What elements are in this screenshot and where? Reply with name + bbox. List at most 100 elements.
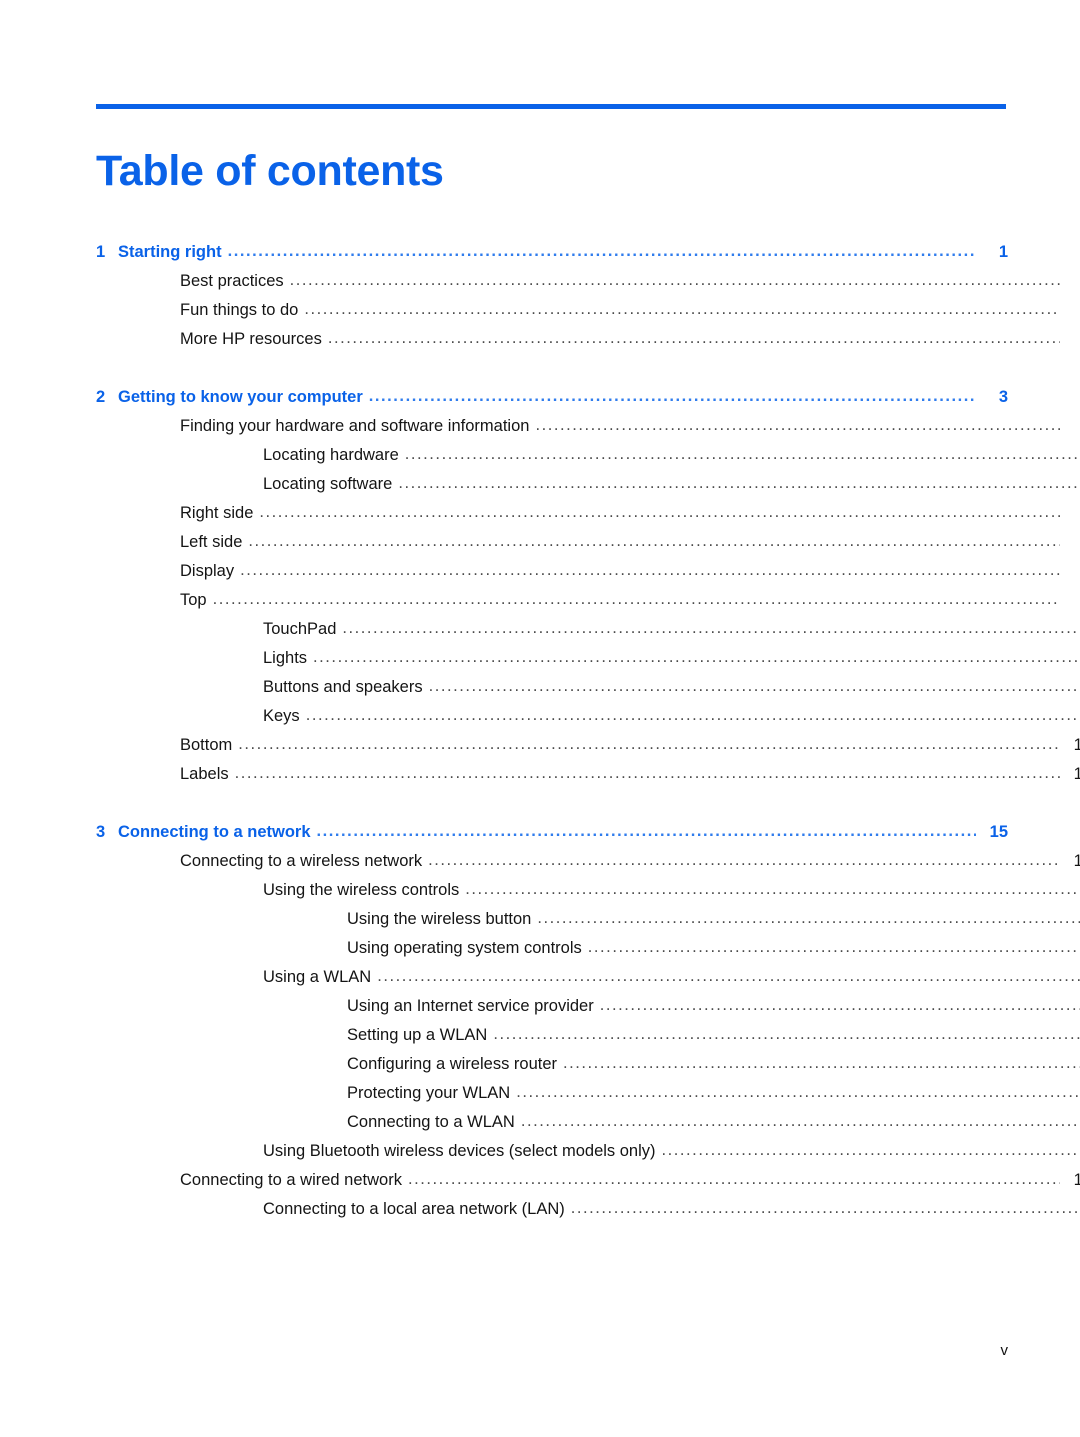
page-title: Table of contents (96, 146, 444, 195)
toc-entry-row[interactable]: Connecting to a wireless network........… (96, 847, 1080, 876)
toc-entry-row[interactable]: Setting up a WLAN.......................… (96, 1021, 1080, 1050)
toc-entry-row[interactable]: Best practices..........................… (96, 267, 1080, 296)
toc-chapter-number: 3 (96, 823, 106, 841)
toc-entry-label: Left side (180, 533, 243, 551)
document-page: Table of contents 1 Starting right.......… (0, 0, 1080, 1437)
toc-entry-row[interactable]: Left side...............................… (96, 528, 1080, 557)
toc-page-number: 18 (1073, 1171, 1080, 1189)
toc-entry-row[interactable]: Using the wireless button...............… (96, 905, 1080, 934)
toc-dot-leader: ........................................… (240, 561, 1060, 579)
title-divider-rule (96, 104, 1006, 109)
toc-entry-row[interactable]: Lights..................................… (96, 644, 1080, 673)
toc-entry-row[interactable]: Bottom..................................… (96, 731, 1080, 760)
toc-dot-leader: ........................................… (342, 619, 1080, 637)
toc-page-number: 5 (1060, 528, 1080, 557)
toc-entry-row[interactable]: Using an Internet service provider......… (96, 992, 1080, 1021)
toc-entry-row[interactable]: Using operating system controls.........… (96, 934, 1080, 963)
toc-dot-leader: ........................................… (259, 503, 1060, 521)
toc-page-number: 1 (1060, 267, 1080, 296)
toc-entry-row[interactable]: Using the wireless controls.............… (96, 876, 1080, 905)
toc-entry-label: Locating hardware (263, 446, 399, 464)
toc-dot-leader: ........................................… (316, 822, 976, 840)
toc-dot-leader: ........................................… (520, 1112, 1080, 1130)
toc-entry-row[interactable]: Keys....................................… (96, 702, 1080, 731)
toc-entry-label: Display (180, 562, 235, 580)
toc-page-number: 1 (1060, 296, 1080, 325)
toc-entry-row[interactable]: Locating software.......................… (96, 470, 1080, 499)
toc-entry-row[interactable]: More HP resources.......................… (96, 325, 1080, 354)
toc-entry-label: Using Bluetooth wireless devices (select… (263, 1142, 656, 1160)
toc-chapter-row[interactable]: 1 Starting right.........................… (96, 238, 1008, 267)
toc-page-number: 4 (1060, 499, 1080, 528)
toc-page-number: 1 (998, 243, 1008, 261)
toc-dot-leader: ........................................… (465, 880, 1080, 898)
toc-dot-leader: ........................................… (238, 735, 1060, 753)
toc-entry-label: TouchPad (263, 620, 337, 638)
toc-page-number: 6 (1060, 557, 1080, 586)
toc-entry-label: Configuring a wireless router (347, 1055, 558, 1073)
toc-entry-row[interactable]: Buttons and speakers....................… (96, 673, 1080, 702)
toc-page-number: 15 (1073, 852, 1080, 870)
toc-entry-label: Labels (180, 765, 229, 783)
toc-entry-row[interactable]: Using Bluetooth wireless devices (select… (96, 1137, 1080, 1166)
toc-entry-row[interactable]: Connecting to a WLAN....................… (96, 1108, 1080, 1137)
toc-entry-row[interactable]: Fun things to do........................… (96, 296, 1080, 325)
toc-page-number: 8 (1060, 586, 1080, 615)
toc-chapter-row[interactable]: 2 Getting to know your computer..........… (96, 383, 1008, 412)
toc-dot-leader: ........................................… (377, 967, 1080, 985)
toc-entry-label: Using operating system controls (347, 939, 582, 957)
toc-entry-label: Connecting to a wired network (180, 1171, 402, 1189)
toc-page-number: 14 (1073, 765, 1080, 783)
toc-dot-leader: ........................................… (248, 532, 1060, 550)
toc-dot-leader: ........................................… (327, 329, 1060, 347)
table-of-contents-list: 1 Starting right.........................… (96, 238, 1080, 1224)
toc-dot-leader: ........................................… (234, 764, 1060, 782)
toc-entry-row[interactable]: Using a WLAN............................… (96, 963, 1080, 992)
toc-dot-leader: ........................................… (516, 1083, 1080, 1101)
toc-entry-label: Right side (180, 504, 254, 522)
toc-dot-leader: ........................................… (398, 474, 1080, 492)
toc-dot-leader: ........................................… (535, 416, 1060, 434)
toc-entry-label: Connecting to a local area network (LAN) (263, 1200, 565, 1218)
toc-entry-label: Top (180, 591, 207, 609)
toc-entry-label: More HP resources (180, 330, 322, 348)
toc-entry-label: Using an Internet service provider (347, 997, 594, 1015)
toc-entry-row[interactable]: Configuring a wireless router...........… (96, 1050, 1080, 1079)
toc-entry-row[interactable]: Finding your hardware and software infor… (96, 412, 1080, 441)
toc-dot-leader: ........................................… (599, 996, 1080, 1014)
toc-dot-leader: ........................................… (493, 1025, 1080, 1043)
toc-entry-row[interactable]: Labels..................................… (96, 760, 1080, 789)
toc-entry-label: Connecting to a wireless network (180, 852, 423, 870)
toc-entry-label: Fun things to do (180, 301, 299, 319)
toc-entry-label: Using the wireless controls (263, 881, 460, 899)
toc-entry-label: Lights (263, 649, 308, 667)
toc-entry-label: Best practices (180, 272, 284, 290)
toc-entry-label: Locating software (263, 475, 393, 493)
toc-dot-leader: ........................................… (563, 1054, 1080, 1072)
toc-entry-row[interactable]: TouchPad................................… (96, 615, 1080, 644)
toc-dot-leader: ........................................… (313, 648, 1080, 666)
toc-entry-label: Connecting to a network (118, 823, 311, 841)
toc-entry-label: Connecting to a WLAN (347, 1113, 515, 1131)
toc-entry-row[interactable]: Right side..............................… (96, 499, 1080, 528)
toc-dot-leader: ........................................… (227, 242, 976, 260)
toc-entry-label: Starting right (118, 243, 222, 261)
toc-entry-row[interactable]: Connecting to a local area network (LAN)… (96, 1195, 1080, 1224)
toc-chapter-row[interactable]: 3 Connecting to a network................… (96, 818, 1008, 847)
toc-dot-leader: ........................................… (570, 1199, 1080, 1217)
toc-entry-label: Using the wireless button (347, 910, 532, 928)
toc-entry-row[interactable]: Display.................................… (96, 557, 1080, 586)
page-folio-number: v (1000, 1342, 1009, 1359)
toc-entry-label: Bottom (180, 736, 233, 754)
toc-page-number: 3 (998, 388, 1008, 406)
toc-dot-leader: ........................................… (407, 1170, 1060, 1188)
toc-entry-row[interactable]: Top.....................................… (96, 586, 1080, 615)
toc-entry-row[interactable]: Connecting to a wired network...........… (96, 1166, 1080, 1195)
toc-entry-label: Setting up a WLAN (347, 1026, 488, 1044)
toc-dot-leader: ........................................… (305, 706, 1080, 724)
toc-entry-row[interactable]: Locating hardware.......................… (96, 441, 1080, 470)
toc-entry-row[interactable]: Protecting your WLAN....................… (96, 1079, 1080, 1108)
toc-page-number: 13 (1073, 736, 1080, 754)
toc-dot-leader: ........................................… (587, 938, 1080, 956)
toc-chapter-number: 2 (96, 388, 106, 406)
